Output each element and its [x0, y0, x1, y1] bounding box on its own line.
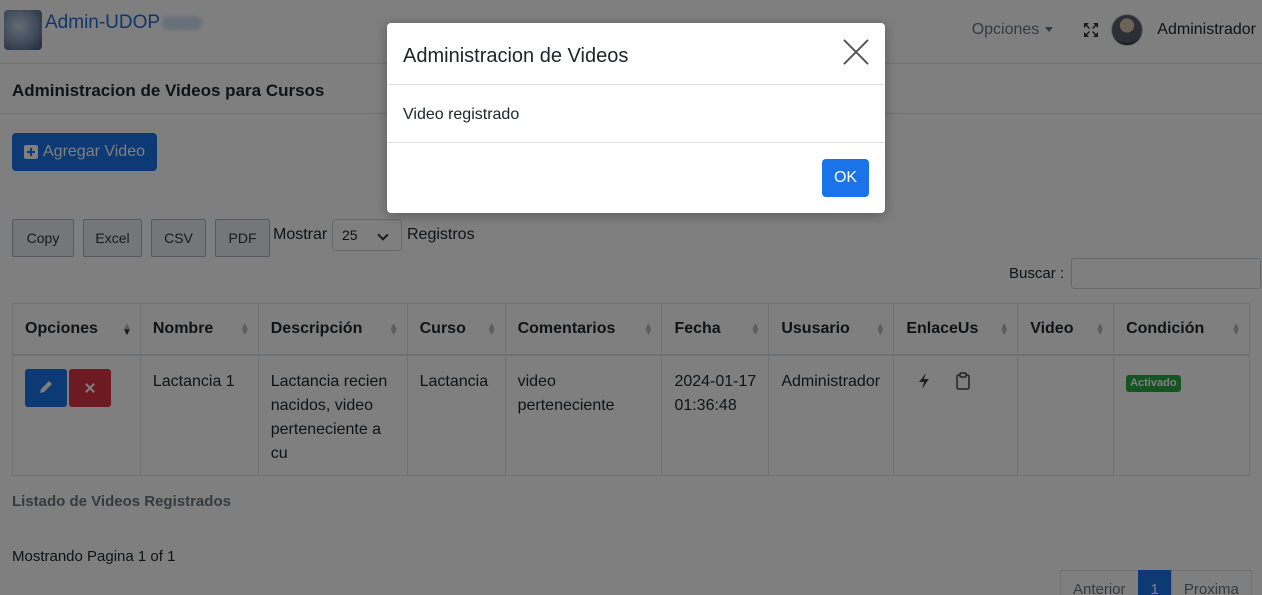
modal-title: Administracion de Videos	[403, 45, 629, 67]
modal-body: Video registrado	[387, 85, 885, 143]
modal-header: Administracion de Videos	[387, 23, 885, 85]
ok-button[interactable]: OK	[822, 159, 869, 197]
modal-message: Video registrado	[403, 106, 520, 123]
alert-modal: Administracion de Videos Video registrad…	[387, 23, 885, 213]
close-icon[interactable]	[842, 38, 870, 66]
